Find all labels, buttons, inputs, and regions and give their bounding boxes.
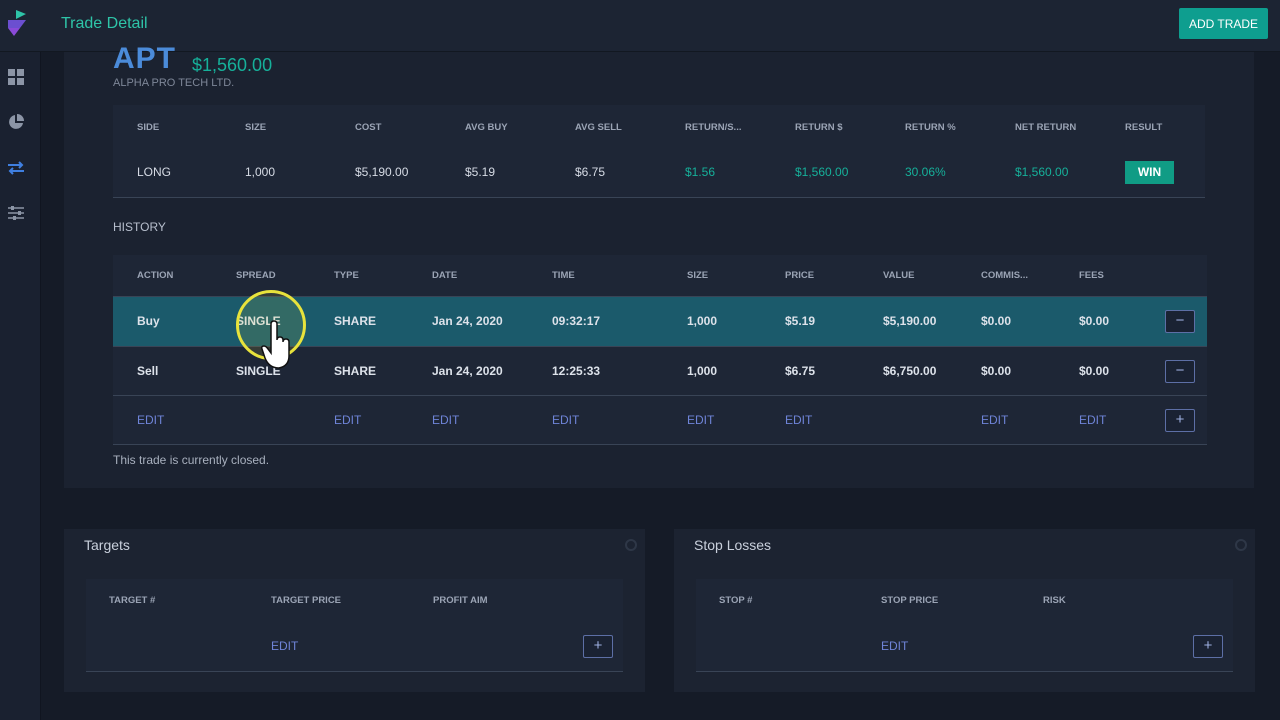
remove-row-button[interactable]: − [1165, 360, 1195, 383]
history-header: DATE [432, 270, 458, 281]
remove-row-button[interactable]: − [1165, 310, 1195, 333]
cell-size: 1,000 [687, 314, 718, 328]
history-header: VALUE [883, 270, 915, 281]
summary-avg-sell: $6.75 [575, 165, 606, 179]
targets-header: PROFIT AIM [433, 595, 488, 606]
summary-header: RETURN % [905, 122, 956, 133]
edit-commission-link[interactable]: EDIT [981, 413, 1008, 427]
edit-action-link[interactable]: EDIT [137, 413, 164, 427]
history-header: SPREAD [236, 270, 276, 281]
edit-time-link[interactable]: EDIT [552, 413, 579, 427]
summary-return-percent: 30.06% [905, 165, 946, 179]
summary-side: LONG [137, 165, 172, 179]
pie-chart-icon[interactable] [7, 113, 25, 131]
edit-type-link[interactable]: EDIT [334, 413, 361, 427]
edit-target-price-link[interactable]: EDIT [271, 639, 298, 653]
history-heading: HISTORY [113, 220, 166, 234]
cell-date: Jan 24, 2020 [432, 364, 503, 378]
transfer-icon[interactable] [7, 159, 25, 177]
targets-table: TARGET # TARGET PRICE PROFIT AIM EDIT + [86, 579, 623, 672]
page-title: Trade Detail [61, 15, 148, 32]
hand-cursor-icon [261, 320, 290, 369]
history-header: FEES [1079, 270, 1104, 281]
summary-header: SIZE [245, 122, 267, 133]
cell-value: $5,190.00 [883, 314, 937, 328]
summary-return-dollars: $1,560.00 [795, 165, 849, 179]
summary-header: SIDE [137, 122, 160, 133]
summary-header: NET RETURN [1015, 122, 1077, 133]
cell-fees: $0.00 [1079, 364, 1110, 378]
targets-panel: Targets TARGET # TARGET PRICE PROFIT AIM… [64, 529, 645, 692]
history-header: SIZE [687, 270, 709, 281]
settings-icon[interactable] [1235, 539, 1247, 551]
cell-commission: $0.00 [981, 364, 1012, 378]
summary-header: RETURN $ [795, 122, 843, 133]
targets-header: TARGET # [109, 595, 156, 606]
summary-cost: $5,190.00 [355, 165, 409, 179]
summary-size: 1,000 [245, 165, 276, 179]
trade-status-note: This trade is currently closed. [113, 453, 270, 467]
summary-avg-buy: $5.19 [465, 165, 496, 179]
cell-action: Buy [137, 314, 160, 328]
result-badge: WIN [1125, 161, 1174, 184]
cell-time: 09:32:17 [552, 314, 601, 328]
cell-size: 1,000 [687, 364, 718, 378]
stop-losses-title: Stop Losses [694, 537, 772, 553]
add-stop-button[interactable]: + [1193, 635, 1223, 658]
cell-type: SHARE [334, 314, 377, 328]
edit-fees-link[interactable]: EDIT [1079, 413, 1106, 427]
edit-size-link[interactable]: EDIT [687, 413, 714, 427]
sidebar [0, 52, 41, 720]
history-header: ACTION [137, 270, 174, 281]
trade-return-amount: $1,560.00 [192, 55, 273, 75]
edit-stop-price-link[interactable]: EDIT [881, 639, 908, 653]
cell-date: Jan 24, 2020 [432, 314, 503, 328]
summary-header: RESULT [1125, 122, 1163, 133]
cell-time: 12:25:33 [552, 364, 601, 378]
edit-price-link[interactable]: EDIT [785, 413, 812, 427]
top-bar: Trade Detail ADD TRADE [0, 0, 1280, 52]
cell-fees: $0.00 [1079, 314, 1110, 328]
summary-net-return: $1,560.00 [1015, 165, 1069, 179]
summary-header: AVG BUY [465, 122, 508, 133]
summary-return-per-share: $1.56 [685, 165, 716, 179]
edit-row: EDIT EDIT EDIT EDIT EDIT EDIT EDIT EDIT … [113, 395, 1207, 445]
history-header: TIME [552, 270, 575, 281]
stop-losses-header: STOP PRICE [881, 595, 939, 606]
cell-action: Sell [137, 364, 159, 378]
dashboard-icon[interactable] [7, 68, 25, 86]
add-target-button[interactable]: + [583, 635, 613, 658]
summary-header: COST [355, 122, 382, 133]
ticker-symbol: APT [113, 42, 176, 75]
stop-losses-header: STOP # [719, 595, 753, 606]
edit-date-link[interactable]: EDIT [432, 413, 459, 427]
cell-price: $5.19 [785, 314, 816, 328]
add-row-button[interactable]: + [1165, 409, 1195, 432]
cell-commission: $0.00 [981, 314, 1012, 328]
targets-title: Targets [84, 537, 130, 553]
company-name: ALPHA PRO TECH LTD. [113, 77, 235, 89]
history-header: TYPE [334, 270, 359, 281]
sliders-icon[interactable] [7, 204, 25, 222]
history-header: PRICE [785, 270, 815, 281]
cell-value: $6,750.00 [883, 364, 937, 378]
summary-header: RETURN/S... [685, 122, 742, 133]
targets-header: TARGET PRICE [271, 595, 342, 606]
summary-header: AVG SELL [575, 122, 622, 133]
add-trade-button[interactable]: ADD TRADE [1179, 8, 1268, 39]
cell-type: SHARE [334, 364, 377, 378]
trade-summary-table: SIDE SIZE COST AVG BUY AVG SELL RETURN/S… [113, 105, 1205, 198]
settings-icon[interactable] [625, 539, 637, 551]
stop-losses-table: STOP # STOP PRICE RISK EDIT + [696, 579, 1233, 672]
stop-losses-header: RISK [1043, 595, 1066, 606]
app-logo-icon[interactable] [6, 10, 28, 38]
cell-price: $6.75 [785, 364, 816, 378]
history-header: COMMIS... [981, 270, 1028, 281]
stop-losses-panel: Stop Losses STOP # STOP PRICE RISK EDIT … [674, 529, 1255, 692]
